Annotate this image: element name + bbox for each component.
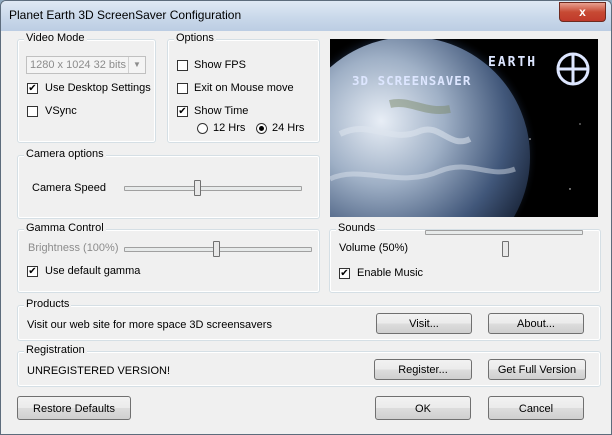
close-icon: x: [579, 5, 586, 19]
camera-speed-track: [124, 186, 302, 191]
vsync-label: VSync: [45, 105, 77, 117]
show-fps-checkbox[interactable]: [177, 60, 188, 71]
products-text: Visit our web site for more space 3D scr…: [27, 319, 272, 331]
registration-legend: Registration: [24, 344, 87, 356]
registration-group: Registration UNREGISTERED VERSION! Regis…: [17, 344, 601, 387]
enable-music-checkbox[interactable]: ✔: [339, 268, 350, 279]
earth-preview-image: EARTH 3D SCREENSAVER: [330, 39, 598, 217]
show-time-checkbox[interactable]: ✔: [177, 106, 188, 117]
registration-status: UNREGISTERED VERSION!: [27, 365, 171, 377]
enable-music-label: Enable Music: [357, 267, 424, 279]
products-legend: Products: [24, 298, 72, 310]
gamma-control-group: Gamma Control Brightness (100%) ✔ Use de…: [17, 222, 320, 293]
register-button[interactable]: Register...: [374, 359, 472, 380]
title-bar[interactable]: Planet Earth 3D ScreenSaver Configuratio…: [1, 1, 611, 31]
screensaver-preview: EARTH 3D SCREENSAVER: [330, 39, 598, 217]
config-window: Planet Earth 3D ScreenSaver Configuratio…: [0, 0, 612, 435]
sounds-group: Sounds Volume (50%) ✔ Enable Music: [329, 222, 601, 293]
camera-options-group: Camera options Camera Speed: [17, 148, 320, 219]
show-fps-label: Show FPS: [194, 59, 246, 71]
gamma-control-legend: Gamma Control: [24, 222, 106, 234]
camera-speed-label: Camera Speed: [32, 182, 106, 194]
options-group: Options Show FPS Exit on Mouse move ✔ Sh…: [167, 32, 320, 143]
preview-title-line1: EARTH: [488, 55, 537, 70]
volume-track: [425, 230, 583, 235]
video-mode-group: Video Mode 1280 x 1024 32 bits ▼ ✔ Use D…: [17, 32, 156, 143]
preview-title-line2: 3D SCREENSAVER: [352, 73, 471, 88]
brightness-label: Brightness (100%): [28, 242, 119, 254]
window-title: Planet Earth 3D ScreenSaver Configuratio…: [9, 8, 242, 22]
volume-label: Volume (50%): [339, 242, 409, 254]
video-mode-legend: Video Mode: [24, 32, 87, 44]
camera-speed-slider[interactable]: [194, 180, 201, 196]
resolution-value: 1280 x 1024 32 bits: [30, 59, 127, 71]
volume-slider[interactable]: [502, 241, 509, 257]
camera-options-legend: Camera options: [24, 148, 106, 160]
show-time-label: Show Time: [194, 105, 249, 117]
ok-button[interactable]: OK: [375, 396, 471, 420]
exit-mouse-checkbox[interactable]: [177, 83, 188, 94]
restore-defaults-button[interactable]: Restore Defaults: [17, 396, 131, 420]
dialog-body: Video Mode 1280 x 1024 32 bits ▼ ✔ Use D…: [7, 31, 605, 429]
radio-12hrs-label: 12 Hrs: [213, 122, 246, 134]
close-button[interactable]: x: [559, 2, 606, 22]
sounds-legend: Sounds: [336, 222, 378, 234]
vsync-checkbox[interactable]: [27, 106, 38, 117]
default-gamma-label: Use default gamma: [45, 265, 141, 277]
exit-mouse-label: Exit on Mouse move: [194, 82, 294, 94]
chevron-down-icon: ▼: [128, 57, 145, 73]
options-legend: Options: [174, 32, 216, 44]
get-full-version-button[interactable]: Get Full Version: [488, 359, 586, 380]
resolution-select[interactable]: 1280 x 1024 32 bits ▼: [26, 56, 146, 74]
cancel-button[interactable]: Cancel: [488, 396, 584, 420]
brightness-slider[interactable]: [213, 241, 220, 257]
radio-12hrs[interactable]: [197, 123, 208, 134]
visit-button[interactable]: Visit...: [376, 313, 472, 334]
radio-24hrs-label: 24 Hrs: [272, 122, 305, 134]
use-desktop-checkbox[interactable]: ✔: [27, 83, 38, 94]
crosshair-logo-icon: [556, 52, 590, 86]
about-button[interactable]: About...: [488, 313, 584, 334]
default-gamma-checkbox[interactable]: ✔: [27, 266, 38, 277]
radio-24hrs[interactable]: [256, 123, 267, 134]
use-desktop-label: Use Desktop Settings: [45, 82, 151, 94]
products-group: Products Visit our web site for more spa…: [17, 298, 601, 341]
